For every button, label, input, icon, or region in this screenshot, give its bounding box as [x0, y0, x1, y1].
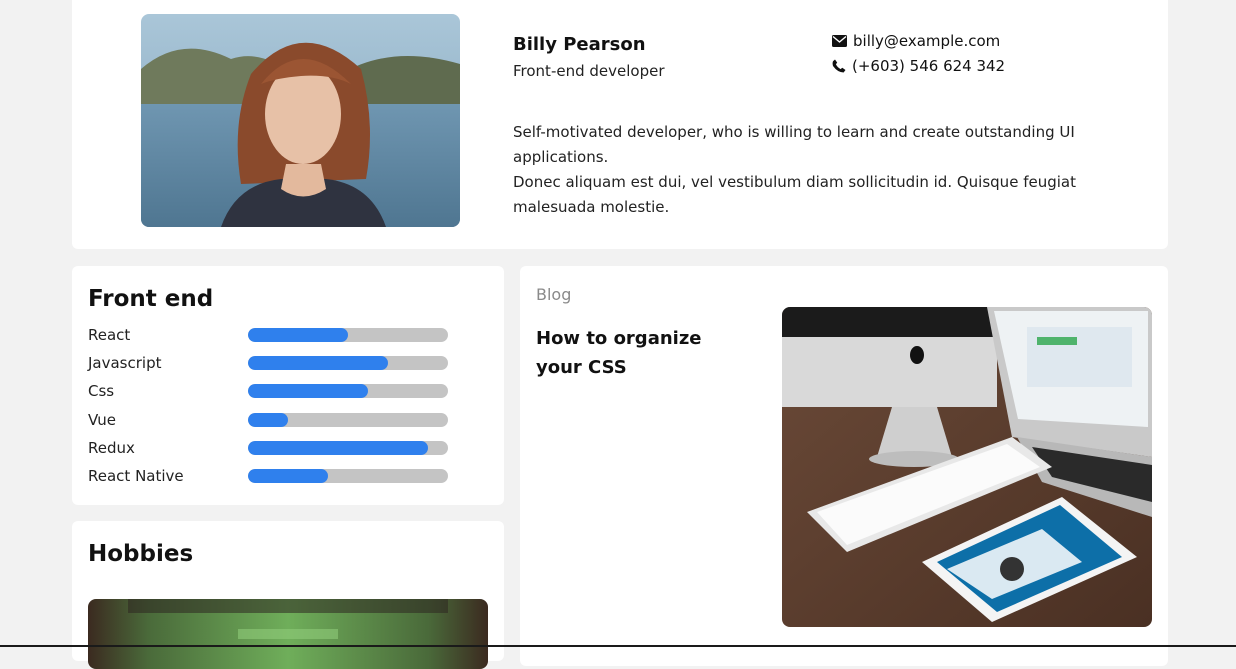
skill-row: Css: [88, 381, 488, 401]
skill-bar-fill: [248, 469, 328, 483]
hobby-image: [88, 599, 488, 669]
skill-bar: [248, 469, 448, 483]
skill-bar: [248, 328, 448, 342]
profile-name: Billy Pearson: [513, 34, 646, 55]
blog-post-title[interactable]: How to organize your CSS: [536, 324, 736, 382]
email-text[interactable]: billy@example.com: [853, 32, 1000, 50]
skill-bar-fill: [248, 356, 388, 370]
contact-phone[interactable]: (+603) 546 624 342: [832, 57, 1005, 75]
blog-post-image[interactable]: [782, 307, 1152, 627]
skill-label: React: [88, 326, 131, 344]
skill-bar: [248, 441, 448, 455]
skills-card: Front end React Javascript Css Vue Redux…: [72, 266, 504, 505]
envelope-icon: [832, 35, 847, 47]
skill-bar-fill: [248, 441, 428, 455]
skill-row: React Native: [88, 466, 488, 486]
skill-bar: [248, 356, 448, 370]
profile-photo: [141, 14, 460, 227]
skill-row: Javascript: [88, 353, 488, 373]
skill-bar-fill: [248, 384, 368, 398]
profile-card: Billy Pearson Front-end developer billy@…: [72, 0, 1168, 249]
hobbies-title: Hobbies: [88, 541, 194, 567]
skill-label: Redux: [88, 439, 135, 457]
skill-bar: [248, 413, 448, 427]
skill-label: Vue: [88, 411, 116, 429]
skill-label: Javascript: [88, 354, 162, 372]
skill-bar-fill: [248, 413, 288, 427]
blog-card: Blog How to organize your CSS: [520, 266, 1168, 666]
skill-row: React: [88, 325, 488, 345]
phone-text[interactable]: (+603) 546 624 342: [852, 57, 1005, 75]
contact-email[interactable]: billy@example.com: [832, 32, 1000, 50]
blog-label: Blog: [536, 285, 572, 304]
hobbies-card: Hobbies: [72, 521, 504, 669]
skill-bar: [248, 384, 448, 398]
skill-bar-fill: [248, 328, 348, 342]
profile-role: Front-end developer: [513, 62, 665, 80]
skills-title: Front end: [88, 286, 214, 312]
bio-line-1: Self-motivated developer, who is willing…: [513, 123, 1075, 166]
phone-icon: [832, 59, 846, 73]
profile-bio: Self-motivated developer, who is willing…: [513, 120, 1133, 220]
skill-row: Redux: [88, 438, 488, 458]
skill-row: Vue: [88, 410, 488, 430]
skill-label: Css: [88, 382, 115, 400]
bio-line-2: Donec aliquam est dui, vel vestibulum di…: [513, 173, 1076, 216]
skill-label: React Native: [88, 467, 184, 485]
